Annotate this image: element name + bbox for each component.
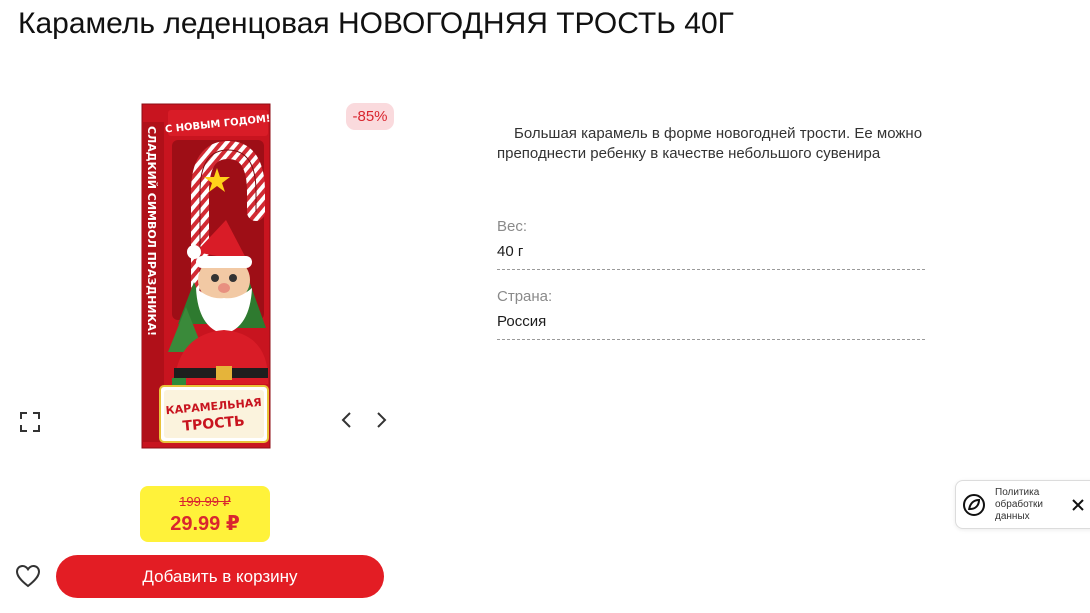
spec-label: Страна:	[497, 288, 553, 305]
add-to-cart-button[interactable]: Добавить в корзину	[56, 555, 384, 598]
old-price: 199.99 ₽	[179, 494, 231, 509]
fullscreen-icon[interactable]	[19, 411, 41, 433]
policy-popup: Политика обработки данных	[955, 480, 1090, 529]
spec-label: Вес:	[497, 218, 528, 235]
chevron-left-icon[interactable]	[336, 409, 358, 431]
spec-value: Россия	[497, 313, 547, 330]
product-title: Карамель леденцовая НОВОГОДНЯЯ ТРОСТЬ 40…	[18, 7, 734, 40]
heart-icon[interactable]	[15, 564, 41, 588]
policy-link[interactable]: Политика обработки данных	[995, 487, 1065, 523]
close-icon[interactable]	[1070, 497, 1086, 513]
spec-value: 40 г	[497, 243, 524, 260]
spec-weight: Вес: 40 г	[497, 217, 925, 270]
discount-badge: -85%	[346, 103, 394, 130]
price-box: 199.99 ₽ 29.99 ₽	[140, 486, 270, 542]
chevron-right-icon[interactable]	[370, 409, 392, 431]
product-description: Большая карамель в форме новогодней трос…	[497, 125, 923, 162]
current-price: 29.99 ₽	[170, 513, 240, 535]
product-image: С НОВЫМ ГОДОМ! СЛАДКИЙ СИМВОЛ ПРАЗДНИКА!…	[141, 103, 271, 449]
policy-leaf-icon	[963, 494, 985, 516]
spec-country: Страна: Россия	[497, 287, 925, 340]
box-slogan-text: СЛАДКИЙ СИМВОЛ ПРАЗДНИКА!	[145, 126, 158, 336]
